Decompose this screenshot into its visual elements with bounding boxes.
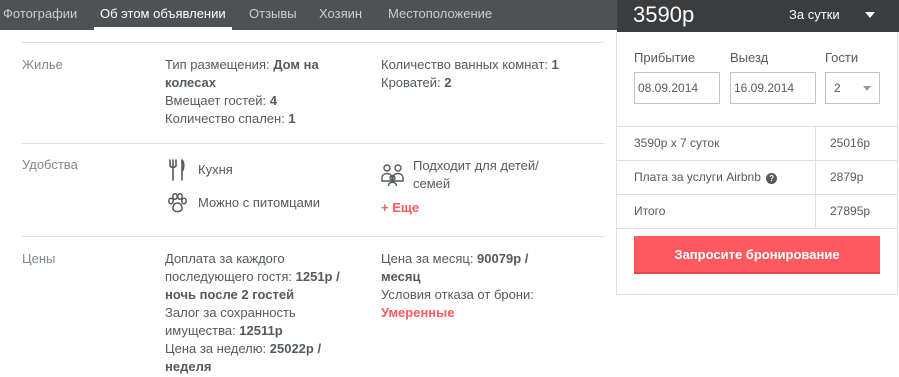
room-type-value-1: Дом на bbox=[273, 57, 319, 72]
total-label: Итого bbox=[634, 204, 666, 218]
monthly-price-label: Цена за месяц: bbox=[381, 251, 478, 266]
beds-value: 2 bbox=[444, 75, 452, 90]
extra-guest-unit: ночь после 2 гостей bbox=[165, 287, 295, 302]
bedrooms: Количество спален: 1 bbox=[165, 110, 296, 128]
deposit-line-2: имущества: 12511р bbox=[165, 322, 283, 340]
deposit-line-1: Залог за сохранность bbox=[165, 305, 296, 320]
weekly-price-unit: неделя bbox=[165, 359, 212, 374]
help-icon[interactable]: ? bbox=[766, 173, 778, 184]
room-type: Тип размещения: Дом на bbox=[165, 56, 319, 74]
extra-guest-label: последующего гостя: bbox=[165, 269, 296, 284]
room-type-value-2: колесах bbox=[165, 75, 216, 90]
kitchen-icon bbox=[169, 159, 185, 181]
request-booking-button[interactable]: Запросите бронирование bbox=[634, 236, 880, 274]
listing-nav: Фотографии Об этом объявлении Отзывы Хоз… bbox=[0, 0, 617, 30]
service-fee-label-wrap: Плата за услуги Airbnb ? bbox=[634, 170, 778, 184]
tab-photos[interactable]: Фотографии bbox=[3, 0, 77, 30]
bathrooms-value: 1 bbox=[551, 57, 559, 72]
prices-section-label: Цены bbox=[22, 251, 56, 266]
guests-value: 2 bbox=[834, 81, 841, 95]
amenity-family-2: семей bbox=[413, 176, 451, 191]
monthly-price-value: 90079р / bbox=[477, 251, 529, 266]
price-breakdown: 3590р x 7 суток 25016р Плата за услуги A… bbox=[617, 126, 897, 229]
checkin-field[interactable]: 08.09.2014 bbox=[634, 72, 720, 104]
tab-host[interactable]: Хозяин bbox=[319, 0, 362, 30]
tab-reviews[interactable]: Отзывы bbox=[249, 0, 297, 30]
monthly-price: Цена за месяц: 90079р / bbox=[381, 250, 528, 268]
weekly-price-unit-line: неделя bbox=[165, 358, 211, 376]
cancellation-label: Условия отказа от брони: bbox=[381, 287, 534, 302]
bedrooms-value: 1 bbox=[288, 111, 296, 126]
beds-label: Кроватей: bbox=[381, 75, 445, 90]
tab-location[interactable]: Местоположение bbox=[388, 0, 492, 30]
amenity-kitchen: Кухня bbox=[198, 162, 233, 177]
booking-panel: Прибытие Выезд Гости 08.09.2014 16.09.20… bbox=[616, 32, 898, 295]
cancellation-policy-link[interactable]: Умеренные bbox=[381, 304, 455, 322]
bedrooms-label: Количество спален: bbox=[165, 111, 289, 126]
monthly-price-unit-line: месяц bbox=[381, 268, 420, 286]
section-divider bbox=[22, 42, 604, 43]
service-fee-label: Плата за услуги Airbnb bbox=[634, 170, 761, 184]
accommodates-value: 4 bbox=[269, 93, 277, 108]
room-type-cont: колесах bbox=[165, 74, 216, 92]
nightly-price: 3590р bbox=[633, 2, 695, 27]
extra-guest-value: 1251р / bbox=[295, 269, 340, 284]
booking-header: 3590р За сутки bbox=[617, 0, 899, 32]
extra-guest-line-1: Доплата за каждого bbox=[165, 251, 285, 266]
guests-select[interactable]: 2 bbox=[825, 72, 880, 104]
price-row-service-fee: Плата за услуги Airbnb ? 2879р bbox=[617, 161, 897, 195]
amenity-family-1: Подходит для детей/ bbox=[413, 158, 539, 173]
beds: Кроватей: 2 bbox=[381, 74, 452, 92]
monthly-price-unit: месяц bbox=[381, 269, 421, 284]
extra-guest-line-2: последующего гостя: 1251р / bbox=[165, 268, 340, 286]
section-divider bbox=[22, 143, 604, 144]
service-fee-value: 2879р bbox=[815, 161, 897, 194]
family-icon bbox=[381, 164, 404, 187]
total-value: 27895р bbox=[815, 195, 897, 228]
checkout-label: Выезд bbox=[730, 50, 769, 65]
weekly-price: Цена за неделю: 25022р / bbox=[165, 340, 321, 358]
price-period-select[interactable]: За сутки bbox=[789, 7, 840, 22]
checkout-field[interactable]: 16.09.2014 bbox=[730, 72, 816, 104]
deposit-value: 12511р bbox=[239, 323, 283, 338]
price-row-total: Итого 27895р bbox=[617, 195, 897, 229]
room-type-label: Тип размещения: bbox=[165, 57, 274, 72]
deposit-label: имущества: bbox=[165, 323, 240, 338]
more-amenities-link[interactable]: + Еще bbox=[381, 199, 419, 217]
section-divider bbox=[22, 236, 604, 237]
amenities-section-label: Удобства bbox=[22, 157, 78, 172]
price-row-nights: 3590р x 7 суток 25016р bbox=[617, 127, 897, 161]
bathrooms-label: Количество ванных комнат: bbox=[381, 57, 552, 72]
accommodates: Вмещает гостей: 4 bbox=[165, 92, 277, 110]
tab-about-listing[interactable]: Об этом объявлении bbox=[94, 0, 232, 30]
checkin-label: Прибытие bbox=[634, 50, 696, 65]
paw-icon bbox=[168, 193, 187, 213]
bathrooms: Количество ванных комнат: 1 bbox=[381, 56, 559, 74]
extra-guest-line-3: ночь после 2 гостей bbox=[165, 286, 294, 304]
nights-label: 3590р x 7 суток bbox=[634, 136, 720, 150]
chevron-down-icon[interactable] bbox=[865, 12, 875, 18]
accommodates-label: Вмещает гостей: bbox=[165, 93, 270, 108]
nights-value: 25016р bbox=[815, 127, 897, 160]
guests-label: Гости bbox=[825, 50, 859, 65]
dropdown-arrow-icon bbox=[863, 86, 871, 91]
housing-section-label: Жилье bbox=[22, 57, 63, 72]
weekly-price-label: Цена за неделю: bbox=[165, 341, 270, 356]
weekly-price-value: 25022р / bbox=[269, 341, 322, 356]
amenity-pets: Можно с питомцами bbox=[198, 195, 321, 210]
